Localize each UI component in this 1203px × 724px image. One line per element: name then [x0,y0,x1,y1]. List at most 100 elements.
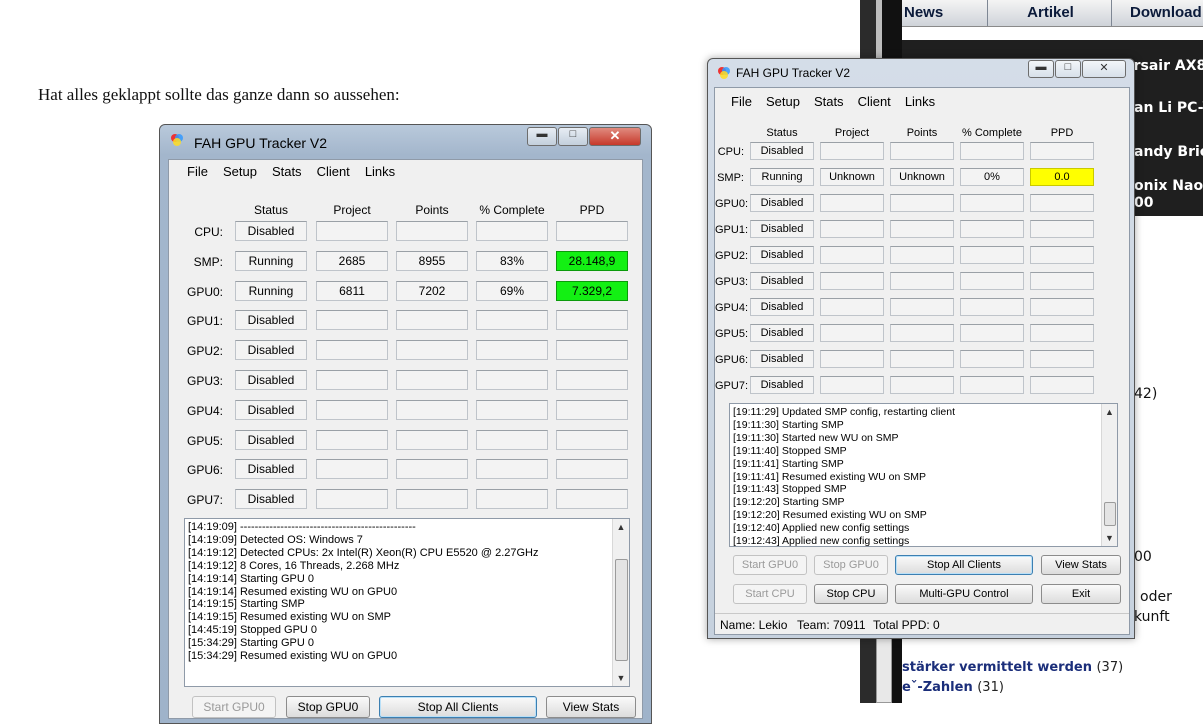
log-scrollbar[interactable]: ▲ ▼ [612,519,629,686]
cell-complete [960,142,1024,160]
cell-complete [476,310,548,331]
front-client-area: File Setup Stats Client Links Status Project P… [714,87,1130,635]
cell-project [820,350,884,368]
menu-setup[interactable]: Setup [223,160,257,184]
site-fragment: 42) [1134,386,1158,402]
row-label: GPU1: [186,314,223,329]
tracker-window-front: FAH GPU Tracker V2 ▬ □ ✕ File Setup Stats C… [707,58,1135,639]
log-panel[interactable]: [19:11:29] Updated SMP config, restartin… [729,403,1118,547]
close-button[interactable]: ✕ [1082,60,1126,78]
row-label: GPU4: [715,302,749,314]
stop-cpu-button[interactable]: Stop CPU [814,584,888,604]
cell-complete [960,376,1024,394]
stop-all-clients-button[interactable]: Stop All Clients [379,696,537,718]
start-gpu0-button[interactable]: Start GPU0 [733,555,807,575]
cell-points [396,370,468,390]
cell-status: Running [235,250,307,271]
menu-file[interactable]: File [731,90,752,114]
scroll-up-icon[interactable]: ▲ [1102,404,1117,420]
page-scrollbar[interactable] [876,630,892,703]
log-line: [15:34:29] Resumed existing WU on GPU0 [188,650,398,663]
minimize-button[interactable]: ▬ [527,127,557,146]
cell-project [820,246,884,264]
stop-all-clients-button[interactable]: Stop All Clients [895,555,1033,575]
scroll-down-icon[interactable]: ▼ [1102,530,1117,546]
log-line: [14:19:14] Resumed existing WU on GPU0 [188,585,398,598]
cell-complete [476,340,548,361]
cell-ppd: 7.329,2 [556,280,628,301]
cell-points [890,142,954,160]
fah-app-icon [171,134,183,146]
banner-item[interactable]: an Li PC-V [1134,100,1203,116]
cell-status: Disabled [235,429,307,450]
scroll-thumb[interactable] [1104,502,1116,526]
nav-artikel[interactable]: Artikel [988,0,1112,26]
cell-ppd [1030,246,1094,264]
nav-download[interactable]: Download [1112,0,1203,26]
log-line: [14:19:12] 8 Cores, 16 Threads, 2.268 MH… [188,559,400,572]
cell-complete [960,350,1024,368]
start-gpu0-button[interactable]: Start GPU0 [192,696,276,718]
cell-project: 6811 [316,280,388,301]
cell-project [316,221,388,241]
log-line: [14:19:15] Resumed existing WU on SMP [188,611,391,624]
banner-item[interactable]: onix Naos [1134,178,1203,194]
minimize-button[interactable]: ▬ [1028,60,1054,78]
menu-links[interactable]: Links [905,90,935,114]
cell-project [820,142,884,160]
menu-setup[interactable]: Setup [766,90,800,114]
close-button[interactable]: ✕ [589,127,641,146]
exit-button[interactable]: Exit [1041,584,1121,604]
view-stats-button[interactable]: View Stats [546,696,636,718]
menu-stats[interactable]: Stats [272,160,302,184]
banner-item[interactable]: andy Bric [1134,144,1203,160]
cell-project [820,272,884,290]
menu-file[interactable]: File [187,160,208,184]
maximize-button[interactable]: □ [1055,60,1081,78]
log-panel[interactable]: [14:19:09] -----------------------------… [184,518,630,687]
row-label: CPU: [717,146,744,158]
maximize-button[interactable]: □ [558,127,588,146]
menu-links[interactable]: Links [365,160,395,184]
nav-news[interactable]: News [902,0,988,26]
menu-client[interactable]: Client [858,90,891,114]
cell-points [396,459,468,480]
banner-item[interactable]: orsair AX8 [1124,58,1203,74]
row-label: GPU1: [715,224,749,236]
multi-gpu-control-button[interactable]: Multi-GPU Control [895,584,1033,604]
cell-status: Disabled [750,220,814,238]
column-header-status: Status [766,127,798,139]
stop-gpu0-button[interactable]: Stop GPU0 [814,555,888,575]
row-label: GPU5: [715,328,749,340]
main-client-area: File Setup Stats Client Links Status Project P… [168,159,643,719]
site-fragment: kunft [1134,609,1170,625]
cell-complete [476,489,548,510]
site-link[interactable]: stärker vermittelt werden (37) [902,660,1123,675]
row-label: GPU2: [715,250,749,262]
scroll-up-icon[interactable]: ▲ [613,519,629,535]
cell-status: Disabled [750,324,814,342]
cell-status: Disabled [235,221,307,241]
menu-client[interactable]: Client [317,160,350,184]
column-header-complete: % Complete [962,127,1022,139]
cell-status: Disabled [750,142,814,160]
cell-status: Running [235,280,307,301]
cell-points: 7202 [396,280,468,301]
banner-item[interactable]: 00 [1134,195,1203,211]
view-stats-button[interactable]: View Stats [1041,555,1121,575]
menu-stats[interactable]: Stats [814,90,844,114]
cell-complete [476,221,548,241]
log-scrollbar[interactable]: ▲ ▼ [1101,404,1117,546]
scroll-thumb[interactable] [615,559,628,661]
start-cpu-button[interactable]: Start CPU [733,584,807,604]
cell-points [396,429,468,450]
cell-project [316,370,388,390]
cell-points [890,272,954,290]
scroll-down-icon[interactable]: ▼ [613,670,629,686]
cell-complete [960,298,1024,316]
cell-ppd: 0.0 [1030,168,1094,186]
log-line: [19:12:43] Applied new config settings [733,535,910,547]
stop-gpu0-button[interactable]: Stop GPU0 [286,696,370,718]
site-link[interactable]: eˇ-Zahlen (31) [902,680,1004,695]
cell-ppd [1030,220,1094,238]
